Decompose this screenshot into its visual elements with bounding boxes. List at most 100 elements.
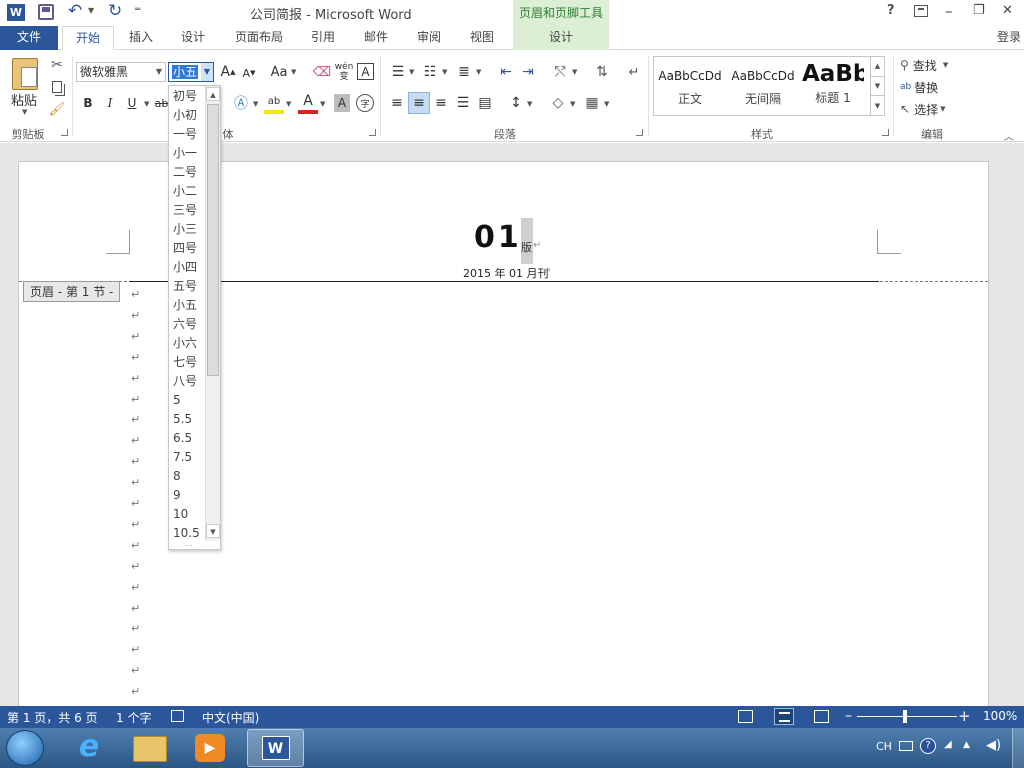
help-icon[interactable]: ? bbox=[920, 738, 936, 754]
text-effects-dropdown-icon[interactable]: ▼ bbox=[253, 100, 258, 108]
bullets-dropdown-icon[interactable]: ▼ bbox=[409, 68, 414, 76]
underline-button[interactable]: U bbox=[124, 94, 140, 112]
select-button[interactable]: ↖ 选择 ▼ bbox=[900, 100, 945, 118]
input-language[interactable]: CH bbox=[876, 740, 892, 753]
zoom-level[interactable]: 100% bbox=[983, 709, 1017, 723]
language-indicator[interactable]: 中文(中国) bbox=[202, 709, 259, 726]
tab-design[interactable]: 设计 bbox=[172, 26, 214, 50]
font-size-option[interactable]: 5.5 bbox=[173, 410, 192, 429]
styles-scroll-down-icon[interactable]: ▼ bbox=[870, 76, 884, 95]
multilevel-list-icon[interactable]: ≣ bbox=[454, 62, 474, 82]
highlight-dropdown-icon[interactable]: ▼ bbox=[286, 100, 291, 108]
clear-formatting-icon[interactable]: ⌫ bbox=[312, 62, 332, 82]
multilevel-dropdown-icon[interactable]: ▼ bbox=[476, 68, 481, 76]
document-page[interactable]: 01 版 ↵ 2015 年 01 月刊 ↵ 页眉 - 第 1 节 - ↵ ↵ ↵ ↵ ↵… bbox=[18, 161, 989, 706]
paste-dropdown-icon[interactable]: ▼ bbox=[22, 108, 27, 116]
font-size-option[interactable]: 9 bbox=[173, 486, 181, 505]
collapse-ribbon-icon[interactable]: ︿ bbox=[1004, 128, 1014, 143]
tray-expand-icon[interactable]: ▲ bbox=[963, 740, 970, 750]
font-size-option[interactable]: 8 bbox=[173, 467, 181, 486]
close-button[interactable]: ✕ bbox=[1002, 3, 1013, 18]
zoom-slider-thumb[interactable] bbox=[903, 710, 907, 723]
zoom-out-button[interactable]: – bbox=[845, 708, 852, 724]
dropdown-scrollbar[interactable]: ▲ ▼ bbox=[205, 86, 220, 541]
replace-button[interactable]: ab 替换 bbox=[900, 78, 938, 96]
font-launcher-icon[interactable] bbox=[369, 129, 376, 136]
tab-references[interactable]: 引用 bbox=[302, 26, 344, 50]
change-case-dropdown-icon[interactable]: ▼ bbox=[291, 68, 296, 76]
font-size-option[interactable]: 八号 bbox=[173, 372, 197, 391]
word-count[interactable]: 1 个字 bbox=[116, 709, 151, 726]
redo-icon[interactable]: ↻ bbox=[108, 1, 122, 21]
character-shading-button[interactable]: A bbox=[334, 94, 350, 112]
font-color-dropdown-icon[interactable]: ▼ bbox=[320, 100, 325, 108]
font-size-option[interactable]: 小六 bbox=[173, 334, 197, 353]
decrease-indent-icon[interactable]: ⇤ bbox=[496, 62, 516, 82]
align-right-icon[interactable]: ≡ bbox=[432, 94, 450, 112]
font-size-option[interactable]: 一号 bbox=[173, 125, 197, 144]
underline-dropdown-icon[interactable]: ▼ bbox=[144, 100, 149, 108]
page-count[interactable]: 第 1 页，共 6 页 bbox=[7, 709, 98, 726]
copy-icon[interactable] bbox=[48, 78, 66, 96]
tab-home[interactable]: 开始 bbox=[62, 26, 114, 50]
styles-more-icon[interactable]: ▼ bbox=[870, 95, 884, 115]
change-case-button[interactable]: Aa bbox=[268, 62, 290, 82]
header-number[interactable]: 01 bbox=[474, 220, 522, 255]
font-name-dropdown-icon[interactable]: ▼ bbox=[156, 63, 162, 81]
tab-review[interactable]: 审阅 bbox=[408, 26, 450, 50]
line-spacing-icon[interactable]: ↕ bbox=[506, 94, 526, 112]
distributed-icon[interactable]: ▤ bbox=[476, 94, 494, 112]
font-size-option[interactable]: 四号 bbox=[173, 239, 197, 258]
font-size-option[interactable]: 小四 bbox=[173, 258, 197, 277]
shrink-font-button[interactable]: A ▼ bbox=[240, 64, 258, 82]
tab-header-footer-design[interactable]: 设计 bbox=[513, 26, 609, 50]
increase-indent-icon[interactable]: ⇥ bbox=[518, 62, 538, 82]
word-app-icon[interactable]: W bbox=[7, 4, 25, 21]
font-size-option[interactable]: 小二 bbox=[173, 182, 197, 201]
font-size-option[interactable]: 二号 bbox=[173, 163, 197, 182]
ribbon-display-options-icon[interactable] bbox=[914, 5, 928, 17]
file-explorer-icon[interactable] bbox=[133, 736, 167, 762]
show-marks-icon[interactable]: ↵ bbox=[624, 62, 644, 82]
ie-icon[interactable]: e bbox=[72, 732, 106, 764]
clipboard-launcher-icon[interactable] bbox=[61, 129, 68, 136]
login-link[interactable]: 登录 bbox=[994, 26, 1024, 50]
web-layout-icon[interactable] bbox=[814, 710, 829, 723]
justify-icon[interactable]: ☰ bbox=[454, 94, 472, 112]
find-button[interactable]: ⚲ 查找 ▼ bbox=[900, 56, 948, 74]
numbering-dropdown-icon[interactable]: ▼ bbox=[442, 68, 447, 76]
font-size-option[interactable]: 六号 bbox=[173, 315, 197, 334]
font-size-option[interactable]: 七号 bbox=[173, 353, 197, 372]
font-size-option[interactable]: 小一 bbox=[173, 144, 197, 163]
undo-icon[interactable]: ↶ bbox=[68, 1, 82, 21]
align-left-icon[interactable]: ≡ bbox=[388, 94, 406, 112]
scroll-thumb[interactable] bbox=[207, 104, 219, 376]
font-size-option[interactable]: 初号 bbox=[173, 87, 197, 106]
enclose-characters-button[interactable]: 字 bbox=[356, 94, 374, 112]
strikethrough-button[interactable]: ab bbox=[155, 94, 169, 112]
help-button[interactable]: ? bbox=[887, 3, 895, 18]
media-player-icon[interactable]: ▶ bbox=[195, 734, 225, 762]
sort-icon[interactable]: ⇅ bbox=[592, 62, 612, 82]
grow-font-button[interactable]: A ▲ bbox=[219, 62, 237, 82]
customize-qat-icon[interactable]: ═ bbox=[135, 5, 140, 15]
cut-icon[interactable]: ✂ bbox=[48, 56, 66, 74]
phonetic-guide-button[interactable]: wén 变 bbox=[334, 60, 354, 84]
paste-icon[interactable] bbox=[12, 58, 38, 90]
shading-dropdown-icon[interactable]: ▼ bbox=[570, 100, 575, 108]
style-heading-1[interactable]: AaBb 标题 1 bbox=[802, 59, 864, 113]
numbering-icon[interactable]: ☷ bbox=[420, 62, 440, 82]
undo-dropdown-icon[interactable]: ▼ bbox=[88, 6, 94, 15]
font-size-option[interactable]: 小初 bbox=[173, 106, 197, 125]
font-size-option[interactable]: 6.5 bbox=[173, 429, 192, 448]
tab-file[interactable]: 文件 bbox=[0, 26, 58, 50]
paragraph-launcher-icon[interactable] bbox=[636, 129, 643, 136]
character-border-button[interactable]: A bbox=[357, 63, 374, 80]
proofing-icon[interactable] bbox=[171, 710, 184, 722]
scroll-up-icon[interactable]: ▲ bbox=[206, 87, 220, 101]
volume-icon[interactable]: ◀) bbox=[986, 738, 1001, 753]
font-size-option[interactable]: 五号 bbox=[173, 277, 197, 296]
styles-launcher-icon[interactable] bbox=[882, 129, 889, 136]
ime-settings-icon[interactable]: ◢ bbox=[944, 739, 952, 750]
keyboard-icon[interactable] bbox=[899, 741, 913, 751]
